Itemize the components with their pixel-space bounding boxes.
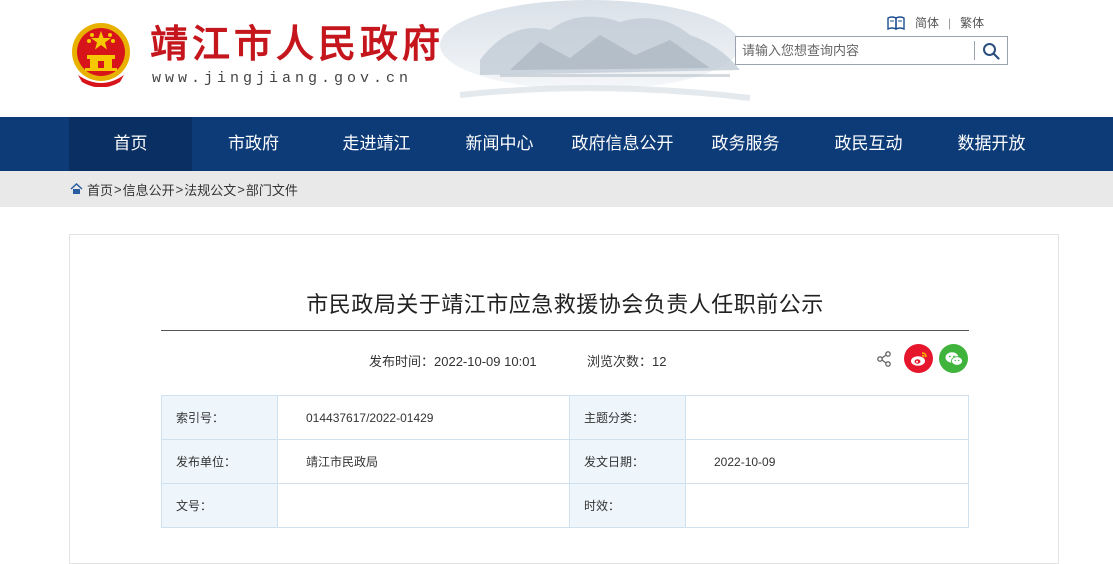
language-switcher: 简体 | 繁体	[887, 14, 984, 31]
nav-item-gov-services[interactable]: 政务服务	[684, 117, 807, 171]
topic-category-label: 主题分类：	[569, 395, 686, 440]
document-number-label: 文号：	[161, 483, 278, 528]
nav-item-city-government[interactable]: 市政府	[192, 117, 315, 171]
lang-separator: |	[948, 15, 952, 30]
index-number-label: 索引号：	[161, 395, 278, 440]
national-emblem	[72, 23, 130, 87]
document-info-table: 索引号： 014437617/2022-01429 主题分类： 发布单位： 靖江…	[161, 395, 969, 528]
breadcrumb: 首页 > 信息公开 > 法规公文 > 部门文件	[70, 171, 1113, 207]
view-count-label: 浏览次数：	[587, 354, 653, 369]
table-row: 发布单位： 靖江市民政局 发文日期： 2022-10-09	[161, 439, 969, 484]
book-icon	[887, 15, 905, 30]
title-divider	[161, 330, 969, 331]
wechat-icon	[945, 351, 963, 366]
document-number-value	[277, 483, 570, 528]
nav-item-home[interactable]: 首页	[69, 117, 192, 171]
breadcrumb-dept-documents[interactable]: 部门文件	[246, 180, 298, 199]
breadcrumb-separator: >	[175, 181, 184, 197]
breadcrumb-bar: 首页 > 信息公开 > 法规公文 > 部门文件	[0, 171, 1113, 207]
nav-item-gov-info-disclosure[interactable]: 政府信息公开	[561, 117, 684, 171]
publisher-label: 发布单位：	[161, 439, 278, 484]
view-count-value: 12	[652, 354, 667, 369]
article-container: 市民政局关于靖江市应急救援协会负责人任职前公示 发布时间：2022-10-09 …	[69, 234, 1059, 564]
header-landscape-background	[440, 0, 751, 101]
breadcrumb-regulations[interactable]: 法规公文	[184, 180, 236, 199]
breadcrumb-separator: >	[237, 181, 245, 197]
index-number-value: 014437617/2022-01429	[277, 395, 570, 440]
publisher-value: 靖江市民政局	[277, 439, 570, 484]
search-input[interactable]	[736, 37, 974, 64]
share-icon[interactable]	[876, 350, 892, 367]
lang-simplified-link[interactable]: 简体	[915, 14, 939, 31]
nav-item-open-data[interactable]: 数据开放	[930, 117, 1053, 171]
breadcrumb-info-disclosure[interactable]: 信息公开	[123, 180, 175, 199]
nav-item-about-jingjiang[interactable]: 走进靖江	[315, 117, 438, 171]
home-icon	[70, 183, 83, 194]
nav-item-public-interaction[interactable]: 政民互动	[807, 117, 930, 171]
publish-time-value: 2022-10-09 10:01	[434, 354, 537, 369]
publish-info: 发布时间：2022-10-09 10:01	[369, 351, 537, 370]
topic-category-value	[685, 395, 969, 440]
breadcrumb-home[interactable]: 首页	[87, 180, 113, 199]
main-nav: 首页 市政府 走进靖江 新闻中心 政府信息公开 政务服务 政民互动 数据开放	[0, 117, 1113, 171]
wechat-share-button[interactable]	[939, 344, 968, 373]
weibo-icon	[910, 351, 927, 366]
table-row: 索引号： 014437617/2022-01429 主题分类：	[161, 395, 969, 440]
article-title: 市民政局关于靖江市应急救援协会负责人任职前公示	[306, 292, 824, 317]
weibo-share-button[interactable]	[904, 344, 933, 373]
search-icon	[983, 42, 1000, 60]
site-title[interactable]: 靖江市人民政府	[150, 22, 444, 66]
issue-date-value: 2022-10-09	[685, 439, 969, 484]
validity-value	[685, 483, 969, 528]
search-box	[735, 36, 1008, 65]
share-bar	[876, 344, 974, 373]
nav-item-news-center[interactable]: 新闻中心	[438, 117, 561, 171]
issue-date-label: 发文日期：	[569, 439, 686, 484]
search-button[interactable]	[975, 37, 1007, 64]
breadcrumb-separator: >	[114, 181, 122, 197]
site-header: 靖江市人民政府 www.jingjiang.gov.cn 简体 | 繁体	[0, 0, 1113, 117]
view-count-info: 浏览次数：12	[587, 351, 666, 370]
validity-label: 时效：	[569, 483, 686, 528]
table-row: 文号： 时效：	[161, 483, 969, 528]
lang-traditional-link[interactable]: 繁体	[960, 14, 984, 31]
site-url: www.jingjiang.gov.cn	[152, 70, 413, 87]
publish-time-label: 发布时间：	[369, 354, 435, 369]
